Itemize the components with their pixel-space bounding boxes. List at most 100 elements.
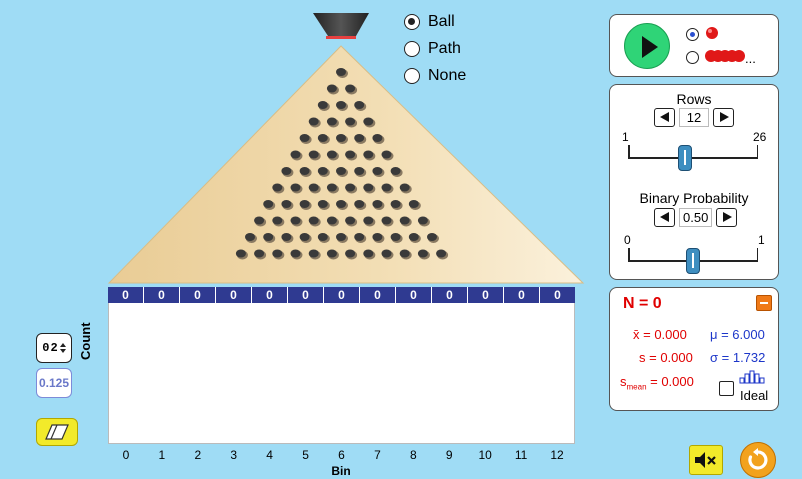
bin-count: 0 — [395, 287, 431, 303]
peg — [317, 167, 328, 175]
peg — [336, 101, 346, 109]
peg — [354, 167, 365, 175]
peg — [363, 183, 374, 192]
probability-slider-thumb[interactable] — [686, 248, 700, 274]
peg — [317, 200, 328, 208]
bin-count: 0 — [431, 287, 467, 303]
peg — [317, 134, 328, 142]
ideal-label: Ideal — [740, 388, 769, 403]
counter-label: 02 — [42, 341, 59, 355]
peg — [299, 167, 310, 175]
ball-radio-circle[interactable] — [404, 14, 420, 30]
path-radio[interactable]: Path — [404, 40, 461, 58]
bin-label: 6 — [338, 448, 345, 462]
bin-label: 2 — [194, 448, 202, 462]
bin-label: 1 — [158, 448, 166, 462]
sample-mean: x̄ = 0.000 — [633, 327, 687, 342]
rows-stepper: 12 — [654, 108, 734, 127]
bin-count: 0 — [251, 287, 287, 303]
peg — [390, 233, 401, 241]
peg — [345, 84, 356, 93]
population-mean: μ = 6.000 — [710, 327, 765, 342]
bin-count: 0 — [179, 287, 215, 303]
probability-min-label: 0 — [624, 233, 631, 247]
peg — [427, 233, 437, 241]
peg — [317, 233, 328, 241]
peg — [363, 216, 374, 225]
ball-funnel — [313, 13, 369, 39]
rows-slider-track[interactable] — [628, 145, 758, 159]
bin-label: 4 — [266, 448, 273, 462]
peg — [263, 233, 274, 241]
peg — [399, 183, 410, 192]
peg — [345, 150, 356, 159]
peg — [336, 200, 346, 208]
peg — [326, 183, 337, 192]
peg — [381, 150, 392, 159]
peg — [272, 183, 283, 192]
settings-panel: Rows 12 1 26 Binary Probability 0.50 0 1 — [609, 84, 779, 280]
ball-radio[interactable]: Ball — [404, 13, 455, 31]
bin-count: 0 — [323, 287, 359, 303]
play-panel: ... — [609, 14, 779, 77]
eraser-button[interactable] — [36, 418, 78, 446]
peg — [345, 216, 356, 225]
none-radio-circle[interactable] — [404, 68, 420, 84]
reset-button[interactable] — [740, 442, 776, 478]
peg — [399, 249, 410, 258]
bin-label: 9 — [445, 448, 453, 462]
many-balls-radio[interactable] — [686, 51, 699, 64]
rows-increment-button[interactable] — [713, 108, 734, 127]
peg — [345, 183, 356, 192]
bin-label: 0 — [122, 448, 130, 462]
peg — [372, 233, 383, 241]
std-error-of-mean: smean = 0.000 — [620, 374, 694, 392]
peg — [281, 167, 292, 175]
peg — [363, 117, 374, 126]
peg — [281, 233, 292, 241]
peg — [336, 167, 346, 175]
none-radio[interactable]: None — [404, 67, 466, 85]
peg — [354, 200, 365, 208]
ideal-histogram-icon — [739, 370, 765, 384]
probability-increment-button[interactable] — [716, 208, 738, 227]
peg — [326, 84, 337, 93]
fraction-label: 0.125 — [38, 376, 70, 390]
peg — [381, 183, 392, 192]
sound-toggle-button[interactable] — [689, 445, 723, 475]
peg — [372, 167, 383, 175]
peg — [272, 216, 283, 225]
peg — [436, 249, 447, 258]
peg — [345, 117, 356, 126]
peg — [326, 216, 337, 225]
peg — [408, 200, 419, 208]
x-axis-title: Bin — [331, 464, 351, 478]
single-ball-radio[interactable] — [686, 28, 699, 41]
y-axis-title: Count — [78, 322, 93, 360]
collapse-button[interactable] — [756, 295, 772, 311]
ideal-checkbox[interactable] — [719, 381, 734, 396]
peg — [263, 200, 274, 208]
counter-button[interactable]: 02 — [36, 333, 72, 363]
bin-count: 0 — [359, 287, 395, 303]
path-radio-circle[interactable] — [404, 41, 420, 57]
peg — [390, 167, 401, 175]
bin-count: 0 — [467, 287, 503, 303]
rows-value: 12 — [679, 108, 709, 127]
peg — [336, 233, 346, 241]
fraction-button[interactable]: 0.125 — [36, 368, 72, 398]
play-button[interactable] — [624, 23, 670, 69]
peg — [254, 216, 265, 225]
ball-radio-label: Ball — [428, 13, 455, 30]
peg — [254, 249, 265, 258]
peg — [326, 150, 337, 159]
peg — [245, 233, 255, 241]
peg — [363, 150, 374, 159]
probability-decrement-button[interactable] — [654, 208, 675, 227]
peg — [290, 150, 301, 159]
bin-count: 0 — [503, 287, 539, 303]
rows-decrement-button[interactable] — [654, 108, 675, 127]
galton-board — [107, 13, 585, 284]
rows-slider-thumb[interactable] — [678, 145, 693, 171]
peg — [299, 200, 310, 208]
